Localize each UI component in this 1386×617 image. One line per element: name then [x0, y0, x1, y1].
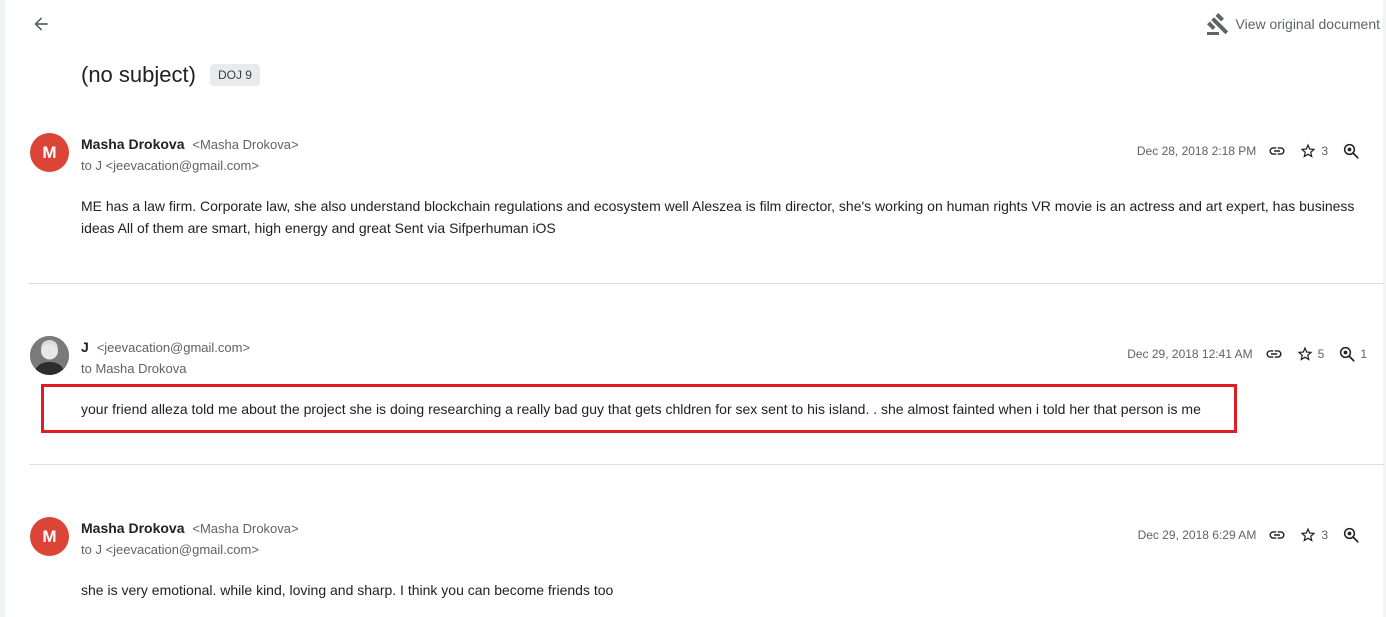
gavel-icon	[1206, 13, 1228, 35]
message-body: ME has a law firm. Corporate law, she al…	[81, 198, 1355, 236]
sender-email: <Masha Drokova>	[192, 137, 299, 152]
sender: Masha Drokova <Masha Drokova>	[81, 520, 299, 536]
message-meta: Dec 29, 2018 6:29 AM 3	[1138, 526, 1364, 544]
star-count: 3	[1321, 528, 1328, 542]
message-divider	[29, 464, 1384, 465]
subject-row: (no subject) DOJ 9	[81, 62, 260, 88]
view-original-document-link[interactable]: View original document	[1206, 12, 1381, 36]
star-icon	[1300, 527, 1316, 542]
message-date: Dec 29, 2018 12:41 AM	[1127, 347, 1253, 361]
avatar-photo	[30, 336, 69, 375]
subject-title: (no subject)	[81, 62, 196, 87]
zoom-icon	[1343, 527, 1359, 543]
sender-name[interactable]: J	[81, 339, 89, 355]
avatar: M	[30, 517, 69, 556]
message-date: Dec 29, 2018 6:29 AM	[1137, 528, 1257, 542]
zoom-button[interactable]	[1342, 526, 1364, 544]
star-button[interactable]: 3	[1299, 526, 1328, 544]
sender-email: <jeevacation@gmail.com>	[96, 340, 251, 355]
sender: Masha Drokova <Masha Drokova>	[81, 136, 299, 152]
star-button[interactable]: 3	[1299, 142, 1328, 160]
view-original-label: View original document	[1235, 16, 1381, 32]
message-meta: Dec 28, 2018 2:18 PM 3	[1137, 142, 1364, 160]
avatar: M	[30, 133, 69, 172]
sender: J <jeevacation@gmail.com>	[81, 339, 250, 355]
star-button[interactable]: 5	[1296, 345, 1325, 363]
message-date: Dec 28, 2018 2:18 PM	[1136, 144, 1257, 158]
link-icon[interactable]	[1265, 345, 1283, 363]
star-icon	[1297, 346, 1313, 361]
star-icon	[1300, 143, 1316, 158]
zoom-count: 1	[1360, 347, 1367, 361]
message-divider	[29, 283, 1384, 284]
zoom-button[interactable]	[1342, 142, 1364, 160]
zoom-button[interactable]: 1	[1338, 345, 1367, 363]
sender-email: <Masha Drokova>	[192, 521, 299, 536]
star-count: 5	[1317, 347, 1325, 361]
doj-tag: DOJ 9	[209, 64, 260, 86]
message-meta: Dec 29, 2018 12:41 AM 5 1	[1127, 345, 1367, 363]
recipient-line: to J <jeevacation@gmail.com>	[81, 158, 259, 173]
zoom-icon	[1340, 346, 1355, 362]
highlight-box	[41, 384, 1237, 433]
link-icon[interactable]	[1268, 142, 1286, 160]
recipient-line: to J <jeevacation@gmail.com>	[81, 542, 259, 557]
link-icon[interactable]	[1268, 526, 1286, 544]
zoom-icon	[1343, 143, 1359, 159]
back-button[interactable]	[28, 11, 54, 37]
arrow-left-icon	[34, 17, 48, 31]
left-rail	[0, 0, 5, 617]
message-body: she is very emotional. while kind, lovin…	[81, 582, 614, 598]
star-count: 3	[1321, 144, 1328, 158]
sender-name[interactable]: Masha Drokova	[81, 136, 184, 152]
person-photo-icon	[30, 336, 69, 375]
sender-name[interactable]: Masha Drokova	[81, 520, 184, 536]
recipient-line: to Masha Drokova	[81, 361, 187, 376]
